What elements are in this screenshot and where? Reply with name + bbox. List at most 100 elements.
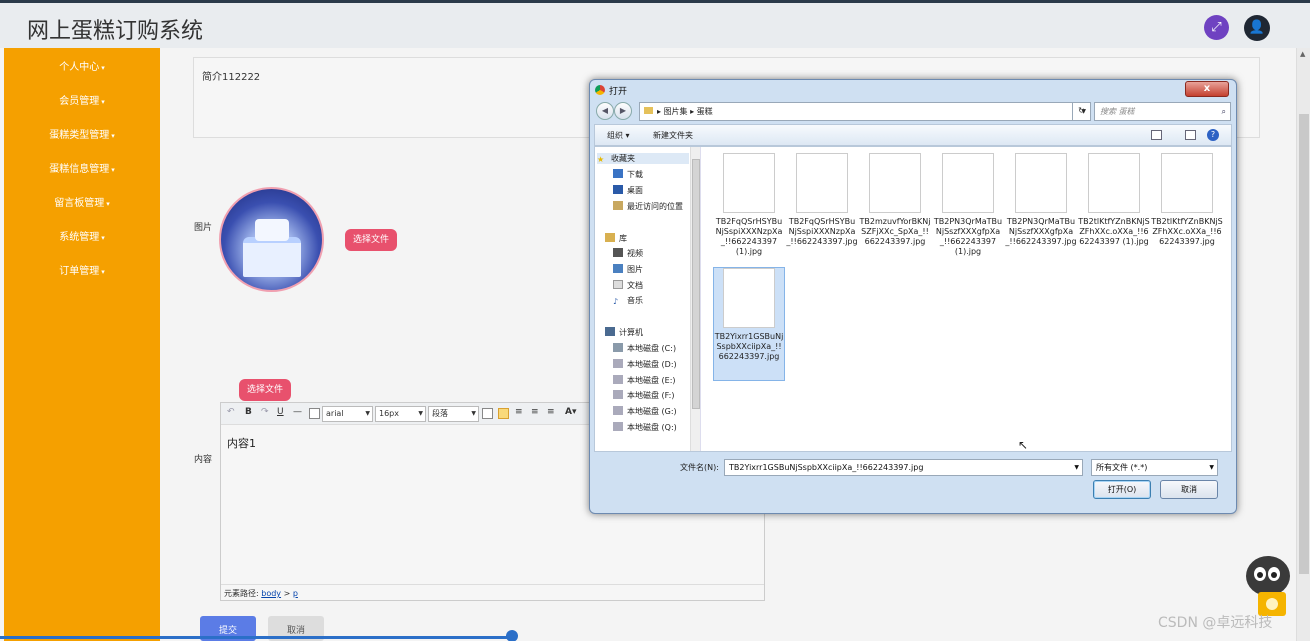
file-item[interactable]: TB2tlKtfYZnBKNjSZFhXXc.oXXa_!!662243397.… (1151, 153, 1223, 247)
search-input[interactable]: 搜索 蛋糕 ⌕ (1094, 102, 1231, 121)
nav-pictures[interactable]: 图片 (613, 264, 643, 275)
page-scrollbar[interactable]: ▲ (1296, 48, 1310, 641)
filename-input[interactable]: TB2Yixrr1GSBuNjSspbXXciipXa_!!662243397.… (724, 459, 1083, 476)
horizontal-rule-icon[interactable]: — (293, 407, 302, 417)
file-item-selected[interactable]: TB2Yixrr1GSBuNjSspbXXciipXa_!!662243397.… (713, 267, 785, 381)
editor-body-text[interactable]: 内容1 (227, 435, 256, 451)
help-icon[interactable]: ? (1207, 129, 1219, 141)
mouse-cursor-icon: ↖ (1018, 438, 1029, 452)
chevron-down-icon: ▼ (418, 410, 423, 417)
nav-drive-c[interactable]: 本地磁盘 (C:) (613, 343, 676, 354)
nav-music[interactable]: ♪ 音乐 (613, 295, 643, 306)
undo-icon[interactable]: ↶ (227, 407, 235, 417)
sidebar-item-personal-center[interactable]: 个人中心 ▾ (4, 58, 160, 73)
redo-icon[interactable]: ↷ (261, 407, 269, 417)
file-item[interactable]: TB2FqQSrHSYBuNjSspiXXXNzpXa_!!662243397 … (713, 153, 785, 257)
star-icon: ★ (597, 155, 605, 164)
document-icon[interactable] (309, 408, 320, 419)
chevron-down-icon[interactable]: ▼ (1074, 460, 1079, 475)
underline-button[interactable]: U (277, 407, 284, 417)
address-bar[interactable]: ▸ 图片集 ▸ 蛋糕 ▼ (639, 102, 1091, 121)
nav-drive-q[interactable]: 本地磁盘 (Q:) (613, 422, 677, 433)
nav-drive-d[interactable]: 本地磁盘 (D:) (613, 359, 677, 370)
filetype-select[interactable]: 所有文件 (*.*) ▼ (1091, 459, 1218, 476)
picture-icon (613, 264, 623, 273)
expand-icon: ⤢ (1211, 20, 1222, 35)
forward-arrow-icon: ▶ (619, 106, 627, 115)
file-item[interactable]: TB2mzuvfYorBKNjSZFjXXc_SpXa_!!662243397.… (859, 153, 931, 247)
image-thumbnail (1161, 153, 1213, 213)
dialog-title: 打开 (609, 87, 628, 97)
breadcrumb-cake[interactable]: 蛋糕 (697, 107, 713, 116)
filename-label: 文件名(N): (680, 463, 719, 472)
view-options-icon[interactable] (1151, 130, 1162, 140)
chrome-icon (595, 85, 605, 95)
new-folder-button[interactable]: 新建文件夹 (653, 130, 693, 141)
organize-menu[interactable]: 组织 ▾ (607, 130, 630, 141)
nav-videos[interactable]: 视频 (613, 248, 643, 259)
refresh-button[interactable]: ↻ (1072, 102, 1090, 121)
forward-button[interactable]: ▶ (614, 102, 632, 120)
sidebar-item-cake-info-management[interactable]: 蛋糕信息管理 ▾ (4, 160, 160, 175)
dialog-cancel-button[interactable]: 取消 (1160, 480, 1218, 499)
sidebar-item-order-management[interactable]: 订单管理 ▾ (4, 262, 160, 277)
progress-handle[interactable] (506, 630, 518, 641)
fullscreen-button[interactable]: ⤢ (1204, 15, 1229, 40)
user-menu-button[interactable]: 👤 (1244, 15, 1270, 41)
file-item[interactable]: TB2PN3QrMaTBuNjSszfXXXgfpXa_!!662243397 … (932, 153, 1004, 257)
scrollbar-thumb[interactable] (692, 159, 700, 409)
choose-file-button-content[interactable]: 选择文件 (239, 379, 292, 401)
table-icon[interactable] (482, 408, 493, 419)
image-thumbnail (942, 153, 994, 213)
user-icon: 👤 (1248, 20, 1266, 35)
nav-downloads[interactable]: 下载 (613, 169, 643, 180)
computer-icon (605, 327, 615, 336)
font-size-select[interactable]: 16px ▼ (375, 406, 426, 422)
image-label: 图片 (194, 223, 213, 233)
file-item[interactable]: TB2PN3QrMaTBuNjSszfXXXgfpXa_!!662243397.… (1005, 153, 1077, 247)
nav-pane-scrollbar[interactable] (690, 147, 700, 451)
font-family-select[interactable]: arial ▼ (322, 406, 373, 422)
nav-desktop[interactable]: 桌面 (613, 185, 643, 196)
scrollbar-thumb[interactable] (1299, 114, 1309, 574)
caret-down-icon: ▾ (101, 64, 105, 72)
nav-drive-g[interactable]: 本地磁盘 (G:) (613, 406, 677, 417)
justify-icon[interactable]: ≡ (547, 407, 555, 417)
nav-drive-f[interactable]: 本地磁盘 (F:) (613, 390, 674, 401)
paragraph-select[interactable]: 段落 ▼ (428, 406, 479, 422)
path-link-p[interactable]: p (293, 589, 298, 598)
back-button[interactable]: ◀ (596, 102, 614, 120)
download-icon (613, 169, 623, 178)
file-list: TB2FqQSrHSYBuNjSspiXXXNzpXa_!!662243397 … (705, 147, 1229, 451)
close-button[interactable]: x (1185, 81, 1229, 97)
align-left-icon[interactable] (498, 408, 509, 419)
open-button[interactable]: 打开(O) (1093, 480, 1151, 499)
nav-documents[interactable]: 文档 (613, 280, 643, 291)
align-center-icon[interactable]: ≡ (515, 407, 523, 417)
sidebar-item-message-board[interactable]: 留言板管理 ▾ (4, 194, 160, 209)
nav-favorites[interactable]: ★ 收藏夹 (597, 153, 689, 164)
file-item[interactable]: TB2tlKtfYZnBKNjSZFhXXc.oXXa_!!662243397 … (1078, 153, 1150, 247)
nav-libraries[interactable]: 库 (605, 233, 627, 244)
choose-file-button-image[interactable]: 选择文件 (345, 229, 398, 251)
nav-drive-e[interactable]: 本地磁盘 (E:) (613, 375, 676, 386)
path-link-body[interactable]: body (261, 589, 281, 598)
font-color-icon[interactable]: A▾ (565, 407, 576, 417)
caret-down-icon: ▾ (106, 200, 110, 208)
content-label: 内容 (194, 455, 213, 465)
nav-computer[interactable]: 计算机 (605, 327, 643, 338)
align-right-icon[interactable]: ≡ (531, 407, 539, 417)
sidebar-item-cake-type-management[interactable]: 蛋糕类型管理 ▾ (4, 126, 160, 141)
bold-button[interactable]: B (245, 407, 252, 417)
sidebar-item-member-management[interactable]: 会员管理 ▾ (4, 92, 160, 107)
breadcrumb-pictures[interactable]: 图片集 (664, 107, 688, 116)
scroll-up-icon[interactable]: ▲ (1300, 50, 1305, 58)
preview-pane-icon[interactable] (1185, 130, 1196, 140)
caret-down-icon: ▾ (101, 234, 105, 242)
file-item[interactable]: TB2FqQSrHSYBuNjSspiXXXNzpXa_!!662243397.… (786, 153, 858, 247)
nav-recent[interactable]: 最近访问的位置 (613, 201, 683, 212)
dialog-titlebar[interactable]: 打开 x (590, 80, 1236, 100)
caret-down-icon: ▾ (111, 132, 115, 140)
sidebar-item-system-management[interactable]: 系统管理 ▾ (4, 228, 160, 243)
image-thumbnail (1088, 153, 1140, 213)
